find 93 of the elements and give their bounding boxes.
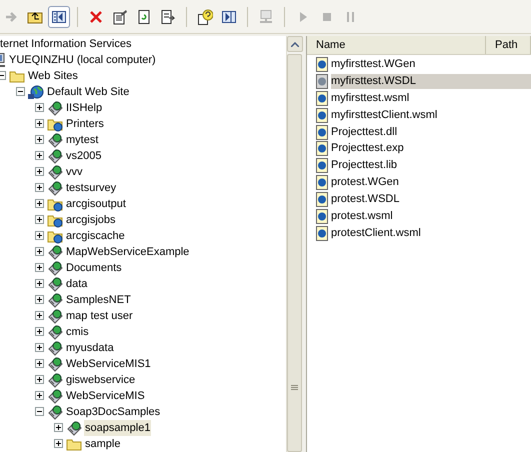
tree-item[interactable]: map test user	[65, 308, 134, 324]
globe-gear-icon	[47, 324, 63, 340]
tree-item[interactable]: ternet Information Services	[0, 36, 132, 52]
tree-item[interactable]: arcgiscache	[65, 228, 126, 244]
expand-toggle[interactable]	[35, 199, 44, 208]
globe-gear-icon	[47, 100, 63, 116]
expand-toggle[interactable]	[35, 359, 44, 368]
expand-toggle[interactable]	[35, 279, 44, 288]
tree-item[interactable]: MapWebServiceExample	[65, 244, 190, 260]
tree-item[interactable]: sample	[84, 436, 122, 452]
column-header[interactable]: Name	[307, 36, 486, 54]
expand-toggle[interactable]	[35, 343, 44, 352]
expand-toggle[interactable]	[35, 391, 44, 400]
globe-gear-icon	[47, 388, 63, 404]
tree-item[interactable]: soapsample1	[84, 420, 152, 436]
globe-gear-icon	[66, 420, 82, 436]
expand-toggle[interactable]	[35, 263, 44, 272]
column-header[interactable]: Path	[486, 36, 531, 54]
expand-toggle[interactable]	[35, 311, 44, 320]
tree-toggle-icon[interactable]	[48, 6, 70, 28]
globe-gear-icon	[47, 164, 63, 180]
file-item[interactable]: Projecttest.exp	[331, 141, 406, 156]
globe-gear-icon	[47, 372, 63, 388]
expand-toggle[interactable]	[35, 247, 44, 256]
globe-gear-icon	[47, 340, 63, 356]
file-icon	[315, 208, 329, 224]
tree-item[interactable]: WebServiceMIS	[65, 388, 146, 404]
globe-gear-icon	[47, 308, 63, 324]
expand-toggle[interactable]	[54, 439, 63, 448]
tree-item[interactable]: WebServiceMIS1	[65, 356, 152, 372]
expand-toggle[interactable]	[35, 167, 44, 176]
tree-item[interactable]: vvv	[65, 164, 84, 180]
file-item[interactable]: myfirsttestClient.wsml	[331, 108, 440, 123]
expand-toggle[interactable]	[35, 183, 44, 192]
file-icon	[315, 124, 329, 140]
file-icon	[315, 56, 329, 72]
tree-item[interactable]: arcgisoutput	[65, 196, 127, 212]
expand-toggle[interactable]	[35, 231, 44, 240]
file-item[interactable]: protest.WSDL	[331, 192, 402, 208]
scroll-up-icon[interactable]	[287, 36, 303, 52]
file-item[interactable]: myfirsttest.WGen	[331, 56, 418, 72]
expand-toggle[interactable]	[35, 375, 44, 384]
file-icon	[315, 90, 329, 106]
expand-toggle[interactable]	[35, 295, 44, 304]
expand-toggle[interactable]	[35, 119, 44, 128]
globe-icon	[28, 84, 44, 100]
tree-item[interactable]: giswebservice	[65, 372, 136, 388]
file-icon	[315, 175, 329, 190]
tree-item[interactable]: Documents	[65, 260, 123, 276]
globe-gear-icon	[47, 148, 63, 164]
tree-item[interactable]: YUEQINZHU (local computer)	[8, 52, 157, 68]
tree-item[interactable]: vs2005	[65, 148, 102, 164]
globe-gear-icon	[47, 244, 63, 260]
collapse-toggle[interactable]	[16, 87, 25, 96]
file-item[interactable]: protestClient.wsml	[331, 226, 423, 241]
file-item[interactable]: myfirsttest.WSDL	[331, 74, 531, 89]
globe-gear-icon	[47, 404, 63, 420]
globe-gear-icon	[47, 132, 63, 148]
file-icon	[315, 74, 329, 89]
file-icon	[315, 141, 329, 156]
globe-gear-icon	[47, 276, 63, 292]
globe-gear-icon	[47, 180, 63, 196]
tree-item[interactable]: Web Sites	[27, 68, 79, 84]
globe-gear-icon	[47, 356, 63, 372]
tree-item[interactable]: mytest	[65, 132, 100, 148]
tree-item[interactable]: IISHelp	[65, 100, 104, 116]
expand-toggle[interactable]	[35, 103, 44, 112]
tree-item[interactable]: SamplesNET	[65, 292, 132, 308]
expand-toggle[interactable]	[54, 423, 63, 432]
file-icon	[315, 108, 329, 123]
collapse-toggle[interactable]	[35, 407, 44, 416]
tree-item[interactable]: Printers	[65, 116, 105, 132]
tree-item[interactable]: cmis	[65, 324, 90, 340]
tree-item[interactable]: Default Web Site	[46, 84, 130, 100]
file-icon	[315, 158, 329, 174]
file-item[interactable]: protest.WGen	[331, 175, 401, 190]
globe-gear-icon	[47, 260, 63, 276]
file-item[interactable]: Projecttest.dll	[331, 124, 400, 140]
globe-gear-icon	[47, 292, 63, 308]
expand-toggle[interactable]	[35, 327, 44, 336]
tree-item[interactable]: myusdata	[65, 340, 115, 356]
tree-item[interactable]: testsurvey	[65, 180, 118, 196]
file-item[interactable]: myfirsttest.wsml	[331, 90, 412, 106]
file-icon	[315, 192, 329, 208]
expand-toggle[interactable]	[35, 135, 44, 144]
tree-item[interactable]: Soap3DocSamples	[65, 404, 162, 420]
file-item[interactable]: Projecttest.lib	[331, 158, 400, 174]
expand-toggle[interactable]	[35, 215, 44, 224]
tree-item[interactable]: data	[65, 276, 88, 292]
expand-toggle[interactable]	[35, 151, 44, 160]
file-icon	[315, 226, 329, 241]
file-item[interactable]: protest.wsml	[331, 208, 395, 224]
tree-item[interactable]: arcgisjobs	[65, 212, 117, 228]
